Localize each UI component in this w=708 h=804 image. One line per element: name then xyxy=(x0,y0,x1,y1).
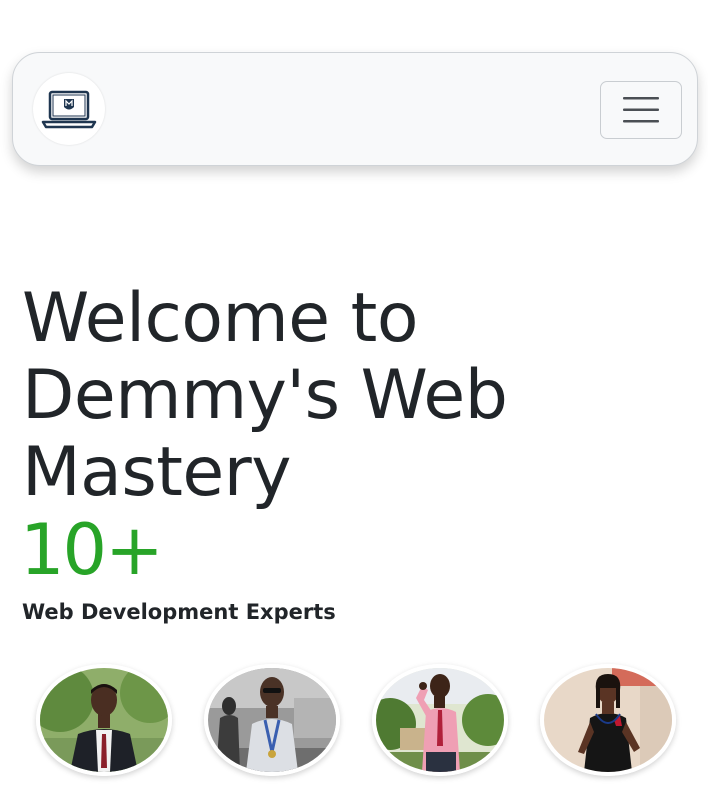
experts-count: 10+ xyxy=(20,509,164,591)
hamburger-menu-icon xyxy=(623,97,659,123)
team-member-avatar[interactable] xyxy=(372,664,508,776)
team-member-photo-3 xyxy=(376,668,504,772)
team-member-photo-2 xyxy=(208,668,336,772)
team-member-avatar[interactable] xyxy=(204,664,340,776)
hero-title-line: Welcome to xyxy=(22,279,418,358)
team-member-photo-1 xyxy=(40,668,168,772)
navbar-toggler-button[interactable] xyxy=(600,81,682,139)
experts-label: Web Development Experts xyxy=(22,600,336,624)
team-member-avatar[interactable] xyxy=(36,664,172,776)
hero-title-line: Demmy's Web xyxy=(22,356,508,435)
team-avatars xyxy=(0,664,708,780)
navbar xyxy=(12,52,698,166)
team-member-avatar[interactable] xyxy=(540,664,676,776)
laptop-logo-icon xyxy=(41,90,97,129)
brand-logo[interactable] xyxy=(33,73,105,145)
hero-title: Welcome to Demmy's Web Mastery xyxy=(22,280,682,511)
team-member-photo-4 xyxy=(544,668,672,772)
hero-title-line: Mastery xyxy=(22,433,291,512)
